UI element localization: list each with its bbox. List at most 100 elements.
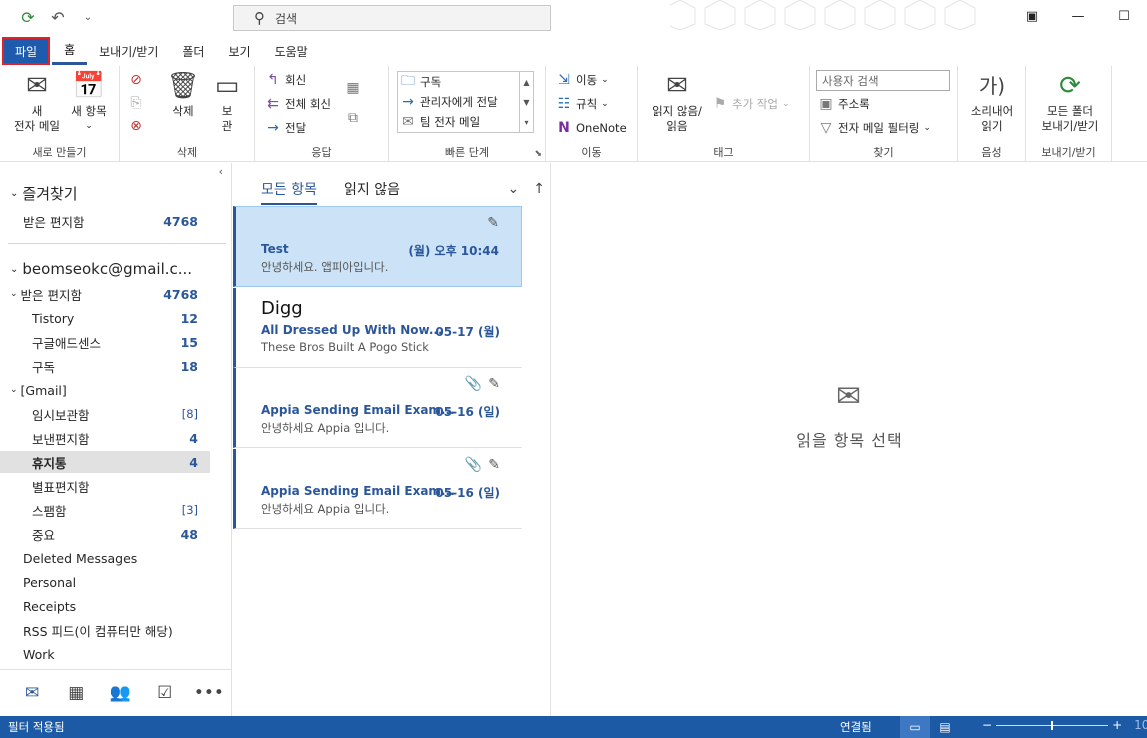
folder-item[interactable]: 구독 18	[0, 355, 210, 377]
tasks-icon[interactable]: ☑	[143, 683, 187, 703]
folder-item[interactable]: Receipts	[0, 595, 210, 617]
refresh-icon[interactable]: ⟳	[18, 8, 38, 27]
dialog-launcher-icon[interactable]: ⬊	[534, 149, 542, 159]
message-item[interactable]: ✎ Test (월) 오후 10:44 안녕하세요. 앱피아입니다.	[233, 206, 522, 287]
folder-label: [Gmail]	[20, 382, 67, 398]
archive-button[interactable]: ▭ 보 관	[210, 70, 244, 134]
zoom-slider[interactable]	[996, 720, 1109, 730]
zoom-out-icon[interactable]: −	[982, 718, 992, 732]
meeting-button[interactable]: ▦	[345, 78, 361, 98]
sync-icon: ⟳	[1059, 71, 1081, 101]
junk-button[interactable]: ⊗	[128, 116, 144, 136]
folder-item[interactable]: 중요 48	[0, 523, 210, 545]
people-icon[interactable]: 👥	[98, 683, 142, 703]
folder-item[interactable]: 임시보관함 [8]	[0, 403, 210, 425]
group-quick-steps: 🗀 구독 → 관리자에게 전달 ✉ 팀 전자 메일 ▲ ▼ ▾ 빠른 단계 ⬊	[389, 66, 546, 162]
address-book-icon: ▣	[819, 96, 833, 112]
filter-icon: ▽	[820, 120, 832, 136]
normal-view-icon[interactable]: ▭	[900, 716, 930, 738]
folder-item[interactable]: Work	[0, 643, 210, 665]
status-bar: 필터 적용됨 연결됨 ▭ ▤ − + 10%	[0, 716, 1147, 738]
folder-item[interactable]: RSS 피드(이 컴퓨터만 해당)	[0, 619, 210, 641]
folder-item[interactable]: Tistory 12	[0, 307, 210, 329]
filter-all[interactable]: 모든 항목	[261, 179, 317, 205]
folder-item[interactable]: 보낸편지함 4	[0, 427, 210, 449]
read-aloud-button[interactable]: 가) 소리내어 읽기	[964, 70, 1020, 134]
expand-icon[interactable]: ⌄	[10, 385, 18, 395]
calendar-icon[interactable]: ▦	[54, 683, 98, 703]
search-input[interactable]: ⚲ 검색	[233, 5, 551, 31]
customize-qat-icon[interactable]: ⌄	[78, 12, 98, 23]
sort-arrow-icon[interactable]: ↑	[533, 181, 545, 197]
folder-count: 48	[180, 526, 198, 542]
message-icons: ✎	[487, 215, 499, 231]
followup-button[interactable]: ⚑ 추가 작업 ⌄	[712, 94, 790, 114]
address-book-button[interactable]: ▣ 주소록	[818, 94, 869, 114]
minimize-icon[interactable]: —	[1055, 0, 1101, 32]
zoom-in-icon[interactable]: +	[1112, 718, 1122, 732]
module-switcher: ✉ ▦ 👥 ☑ •••	[0, 669, 231, 716]
expand-icon[interactable]: ⌄	[10, 289, 18, 299]
favorite-inbox[interactable]: 받은 편지함 4768	[0, 210, 210, 232]
tab-home[interactable]: 홈	[52, 37, 88, 65]
more-respond-button[interactable]: ⧉	[345, 108, 361, 128]
view-switcher: ▭ ▤	[900, 716, 960, 738]
folder-item[interactable]: Deleted Messages	[0, 547, 210, 569]
new-email-button[interactable]: ✉ 새 전자 메일	[8, 70, 66, 134]
account-header[interactable]: ⌄ beomseokc@gmail.c...	[10, 260, 192, 278]
rules-button[interactable]: ☷ 규칙 ⌄	[556, 94, 609, 114]
filter-unread[interactable]: 읽지 않음	[344, 179, 400, 199]
forward-button[interactable]: → 전달	[265, 118, 306, 138]
folder-item[interactable]: 구글애드센스 15	[0, 331, 210, 353]
quick-step-subscribe[interactable]: 🗀 구독	[400, 72, 441, 92]
mail-icon[interactable]: ✉	[10, 683, 54, 703]
folder-item[interactable]: 스팸함 [3]	[0, 499, 210, 521]
message-item[interactable]: 📎 ✎ Appia Sending Email Exam... 05-16 (일)…	[233, 368, 522, 448]
quick-step-team-email[interactable]: ✉ 팀 전자 메일	[400, 112, 480, 132]
zoom-thumb[interactable]	[1051, 720, 1054, 730]
ignore-button[interactable]: ⊘	[128, 70, 144, 90]
cleanup-button[interactable]: ⎘	[128, 93, 144, 113]
scroll-up-icon[interactable]: ▲	[523, 78, 529, 87]
scroll-down-icon[interactable]: ▼	[523, 98, 529, 107]
title-decoration	[670, 0, 976, 30]
attachment-icon: 📎	[464, 457, 483, 473]
folder-item[interactable]: Personal	[0, 571, 210, 593]
reply-button[interactable]: ↰ 회신	[265, 70, 306, 90]
reading-view-icon[interactable]: ▤	[930, 716, 960, 738]
undo-icon[interactable]: ↶	[48, 8, 68, 27]
tab-help[interactable]: 도움말	[263, 37, 320, 65]
tab-send-receive[interactable]: 보내기/받기	[87, 37, 170, 65]
favorites-header[interactable]: ⌄ 즐겨찾기	[10, 183, 78, 204]
more-icon[interactable]: ▾	[524, 118, 528, 127]
chevron-down-icon[interactable]: ⌄	[508, 181, 520, 197]
quick-access-toolbar: ⟳ ↶ ⌄	[18, 8, 98, 27]
quick-steps-scroll[interactable]: ▲ ▼ ▾	[519, 72, 533, 132]
people-search-input[interactable]: 사용자 검색	[816, 70, 950, 91]
tab-file[interactable]: 파일	[2, 37, 51, 65]
unread-read-button[interactable]: ✉ 읽지 않음/ 읽음	[646, 70, 708, 134]
tab-view[interactable]: 보기	[216, 37, 262, 65]
quick-step-to-manager[interactable]: → 관리자에게 전달	[400, 92, 498, 112]
folder-item[interactable]: ⌄ [Gmail]	[0, 379, 210, 401]
folder-count: [3]	[181, 503, 198, 517]
folder-item[interactable]: ⌄ 받은 편지함 4768	[0, 283, 210, 305]
message-item[interactable]: Digg All Dressed Up With Now... 05-17 (월…	[233, 288, 522, 368]
send-receive-all-button[interactable]: ⟳ 모든 폴더 보내기/받기	[1032, 70, 1108, 134]
filter-email-button[interactable]: ▽ 전자 메일 필터링 ⌄	[818, 118, 931, 138]
folder-item[interactable]: 휴지통 4	[0, 451, 210, 473]
chevron-down-icon: ⌄	[923, 123, 931, 133]
more-respond-icon: ⧉	[348, 110, 358, 126]
tab-folder[interactable]: 폴더	[170, 37, 216, 65]
move-button[interactable]: ⇲ 이동 ⌄	[556, 70, 609, 90]
more-icon[interactable]: •••	[187, 683, 231, 703]
new-items-button[interactable]: 📅 새 항목 ⌄	[66, 70, 112, 134]
collapse-pane-icon[interactable]: ‹	[219, 165, 223, 178]
onenote-button[interactable]: N OneNote	[556, 118, 627, 138]
ribbon-display-icon[interactable]: ▣	[1009, 0, 1055, 32]
reply-all-button[interactable]: ⇇ 전체 회신	[265, 94, 331, 114]
delete-button[interactable]: 🗑 삭제	[166, 70, 200, 119]
maximize-icon[interactable]: ☐	[1101, 0, 1147, 32]
folder-item[interactable]: 별표편지함	[0, 475, 210, 497]
message-item[interactable]: 📎 ✎ Appia Sending Email Exam... 05-16 (일)…	[233, 449, 522, 529]
